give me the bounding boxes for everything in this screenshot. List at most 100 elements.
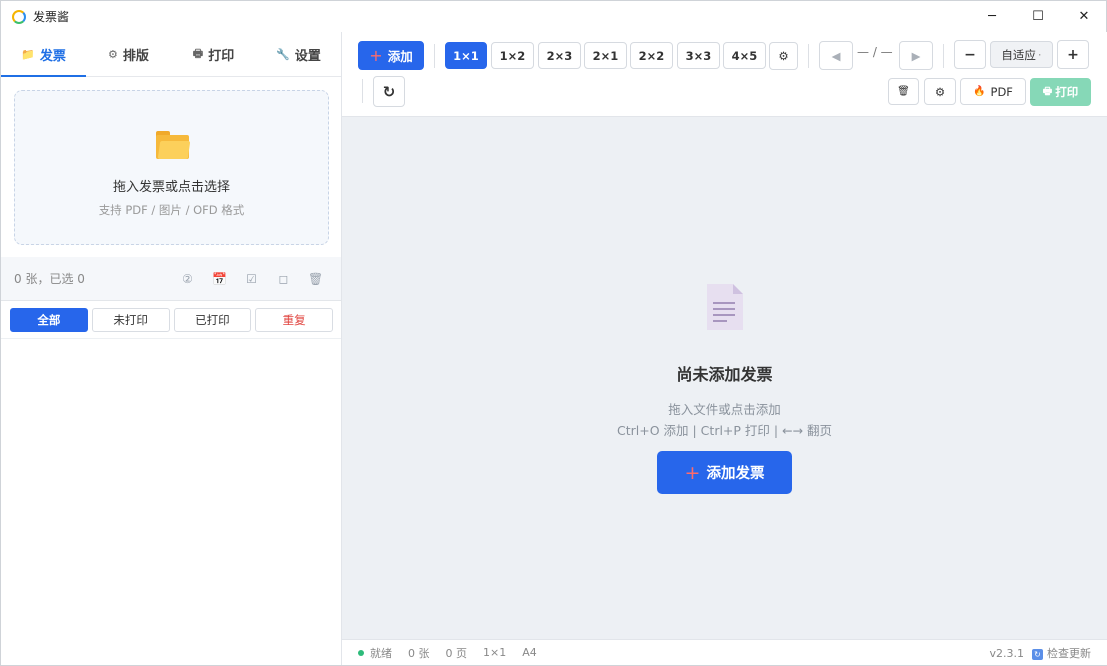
gear-icon: ⚙: [108, 47, 118, 61]
folder-icon: [156, 131, 191, 159]
selection-bar: 0 张，已选 0 ② 📅 ☑ ◻ 🗑: [1, 257, 341, 301]
wrench-icon: 🔧: [276, 47, 290, 61]
layout-2x2-button[interactable]: 2×2: [630, 42, 673, 69]
invoice-dropzone[interactable]: 拖入发票或点击选择 支持 PDF / 图片 / OFD 格式: [14, 90, 329, 245]
keyboard-shortcuts-hint: Ctrl+O 添加 | Ctrl+P 打印 | ←→ 翻页: [617, 423, 832, 438]
calendar-icon[interactable]: 📅: [212, 272, 227, 286]
check-update-link[interactable]: ↻ 检查更新: [1032, 645, 1091, 661]
tab-label: 设置: [294, 48, 321, 64]
selection-count: 0 张，已选 0: [14, 272, 85, 286]
status-dot-icon: [358, 649, 364, 656]
prev-page-button[interactable]: ◀: [819, 41, 853, 70]
app-version: v2.3.1: [989, 646, 1025, 660]
tab-layout[interactable]: ⚙ 排版: [86, 32, 171, 76]
window-title: 发票酱: [33, 10, 70, 24]
close-button[interactable]: ✕: [1061, 1, 1107, 32]
uncheck-icon[interactable]: ◻: [276, 272, 291, 286]
pdf-icon: 🔥: [973, 86, 986, 97]
divider: [808, 44, 809, 68]
page-indicator: — / —: [857, 45, 893, 59]
add-invoice-button[interactable]: + 添加发票: [657, 451, 792, 494]
add-button-label: 添加: [387, 49, 413, 64]
selection-actions: ② 📅 ☑ ◻ 🗑: [180, 257, 323, 301]
chevron-right-icon: ▶: [911, 48, 921, 63]
printer-icon: 🖶: [1042, 85, 1053, 97]
tab-label: 排版: [122, 48, 149, 64]
app-logo-icon: [12, 9, 26, 24]
title-bar: 发票酱 ─ ☐ ✕: [1, 1, 1106, 32]
plus-icon: +: [684, 461, 701, 484]
print-button[interactable]: 🖶 打印: [1030, 78, 1091, 106]
status-bar: 就绪 0 张 0 页 1×1 A4 v2.3.1 ↻ 检查更新: [342, 639, 1107, 665]
filter-printed-button[interactable]: 已打印: [173, 308, 252, 332]
layout-settings-button[interactable]: ⚙: [769, 42, 798, 70]
filter-duplicate-button[interactable]: 重复: [255, 308, 333, 332]
minimize-button[interactable]: ─: [969, 1, 1015, 32]
zoom-in-button[interactable]: +: [1057, 40, 1089, 69]
preview-panel: + 添加 1×1 1×2 2×3 2×1 2×2 3×3 4×5 ⚙ ◀ ▶ —…: [342, 32, 1107, 665]
status-paper: A4: [522, 646, 537, 659]
tab-invoices[interactable]: 📁 发票: [1, 32, 86, 77]
add-button[interactable]: + 添加: [358, 41, 424, 70]
gear-icon: ⚙: [934, 84, 946, 99]
add-invoice-label: 添加发票: [706, 466, 765, 482]
status-layout: 1×1: [483, 646, 507, 659]
number-icon[interactable]: ②: [180, 272, 195, 286]
divider: [943, 44, 944, 68]
layout-1x2-button[interactable]: 1×2: [491, 42, 534, 69]
gear-icon: ⚙: [778, 49, 789, 63]
pdf-button-label: PDF: [990, 84, 1013, 99]
status-right: v2.3.1 ↻ 检查更新: [989, 640, 1091, 666]
status-count: 0 张: [408, 646, 430, 660]
next-page-button[interactable]: ▶: [899, 41, 933, 70]
empty-state-hint: 拖入文件或点击添加: [668, 402, 781, 417]
update-icon: ↻: [1032, 649, 1043, 660]
tab-print[interactable]: 🖶 打印: [171, 32, 256, 76]
caret-icon: ·: [1037, 47, 1042, 62]
check-all-icon[interactable]: ☑: [244, 272, 259, 286]
filter-buttons: 全部 未打印 已打印 重复: [10, 308, 333, 332]
chevron-left-icon: ◀: [831, 48, 841, 63]
print-settings-button[interactable]: ⚙: [924, 78, 956, 105]
tab-label: 打印: [208, 48, 235, 64]
zoom-select[interactable]: 自适应 ·: [990, 41, 1053, 68]
tab-label: 发票: [39, 48, 66, 64]
trash-icon: 🗑: [897, 86, 910, 97]
refresh-button[interactable]: ↻: [373, 76, 405, 107]
maximize-button[interactable]: ☐: [1015, 1, 1061, 32]
plus-icon: +: [369, 46, 383, 65]
zoom-value: 自适应: [1001, 47, 1036, 62]
zoom-out-button[interactable]: −: [954, 40, 986, 69]
export-pdf-button[interactable]: 🔥 PDF: [960, 78, 1026, 105]
divider: [362, 79, 363, 103]
sidebar-tabs: 📁 发票 ⚙ 排版 🖶 打印 🔧 设置: [1, 32, 341, 77]
layout-2x1-button[interactable]: 2×1: [584, 42, 627, 69]
tab-settings[interactable]: 🔧 设置: [256, 32, 341, 76]
layout-3x3-button[interactable]: 3×3: [677, 42, 720, 69]
layout-2x3-button[interactable]: 2×3: [538, 42, 581, 69]
empty-state-title: 尚未添加发票: [676, 365, 773, 384]
delete-button[interactable]: 🗑: [888, 78, 919, 105]
refresh-icon: ↻: [382, 82, 396, 101]
divider: [1, 338, 341, 339]
dropzone-title: 拖入发票或点击选择: [112, 180, 230, 195]
filter-all-button[interactable]: 全部: [10, 308, 88, 332]
print-button-label: 打印: [1055, 85, 1079, 99]
status-pages: 0 页: [445, 646, 468, 660]
document-icon: [707, 284, 743, 330]
sidebar: 📁 发票 ⚙ 排版 🖶 打印 🔧 设置 拖入发票或点击选择 支持 PDF / 图…: [1, 32, 342, 665]
trash-icon[interactable]: 🗑: [308, 272, 323, 286]
dropzone-subtitle: 支持 PDF / 图片 / OFD 格式: [98, 203, 245, 217]
divider: [434, 44, 435, 68]
folder-icon: 📁: [21, 47, 35, 61]
minus-icon: −: [964, 46, 976, 63]
filter-unprinted-button[interactable]: 未打印: [91, 308, 170, 332]
printer-icon: 🖶: [192, 46, 204, 60]
app-window: 发票酱 ─ ☐ ✕ 📁 发票 ⚙ 排版 🖶 打印 🔧 设置 拖入发票或点击选择 …: [0, 0, 1107, 666]
check-update-label: 检查更新: [1047, 647, 1091, 660]
layout-4x5-button[interactable]: 4×5: [723, 42, 766, 69]
toolbar: + 添加 1×1 1×2 2×3 2×1 2×2 3×3 4×5 ⚙ ◀ ▶ —…: [342, 32, 1107, 117]
status-state: 就绪: [370, 646, 392, 660]
plus-icon: +: [1067, 46, 1079, 63]
layout-1x1-button[interactable]: 1×1: [445, 42, 487, 69]
